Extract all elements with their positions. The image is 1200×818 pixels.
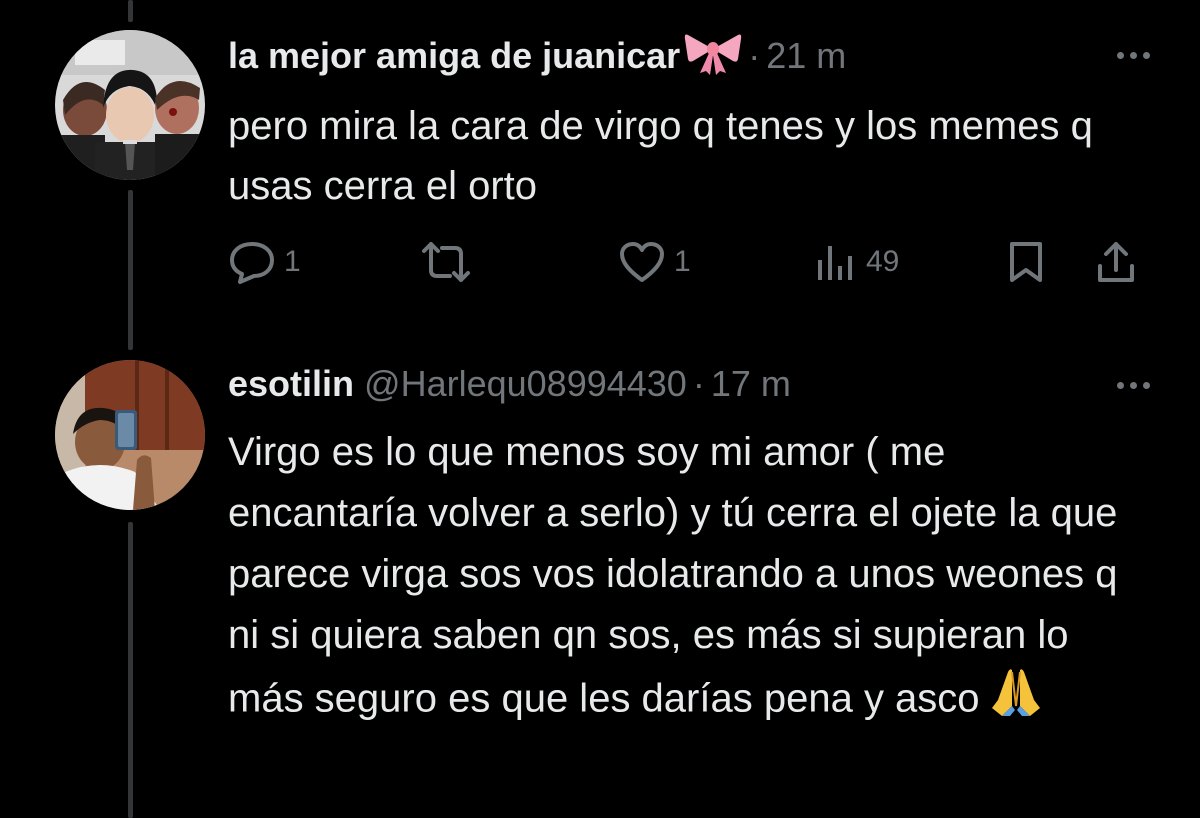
folded-hands-icon xyxy=(988,666,1044,736)
like-button[interactable]: 1 xyxy=(618,240,691,284)
views-icon xyxy=(814,240,858,284)
retweet-icon xyxy=(420,240,472,284)
views-count: 49 xyxy=(866,245,900,278)
bookmark-icon xyxy=(1006,240,1046,284)
reply-count: 1 xyxy=(284,245,301,278)
tweet-text: Virgo es lo que menos soy mi amor ( me e… xyxy=(228,422,1128,736)
ribbon-bow-icon xyxy=(684,29,742,84)
tweet-header: la mejor amiga de juanicar · 21 m xyxy=(228,30,846,82)
timestamp[interactable]: 17 m xyxy=(711,363,791,405)
more-options-icon[interactable] xyxy=(1117,382,1150,389)
separator-dot: · xyxy=(692,363,705,404)
tweet-2[interactable]: esotilin @Harlequ08994430 · 17 m Virgo e… xyxy=(0,330,1200,818)
tweet-1[interactable]: la mejor amiga de juanicar · 21 m pero m… xyxy=(0,0,1200,330)
timestamp[interactable]: 21 m xyxy=(766,35,846,77)
share-icon xyxy=(1094,240,1138,284)
heart-icon xyxy=(618,240,666,284)
user-handle[interactable]: @Harlequ08994430 xyxy=(364,363,687,405)
avatar[interactable] xyxy=(55,30,205,180)
share-button[interactable] xyxy=(1094,240,1138,284)
like-count: 1 xyxy=(674,245,691,278)
reply-icon xyxy=(228,240,276,284)
tweet-header: esotilin @Harlequ08994430 · 17 m xyxy=(228,358,791,410)
tweet-text: pero mira la cara de virgo q tenes y los… xyxy=(228,104,1093,208)
reply-button[interactable]: 1 xyxy=(228,240,301,284)
views-button[interactable]: 49 xyxy=(814,240,899,284)
action-bar: 1 1 49 xyxy=(228,232,1148,292)
avatar[interactable] xyxy=(55,360,205,510)
more-options-icon[interactable] xyxy=(1117,52,1150,59)
bookmark-button[interactable] xyxy=(1006,240,1046,284)
separator-dot: · xyxy=(748,35,761,76)
retweet-button[interactable] xyxy=(420,240,480,284)
display-name[interactable]: la mejor amiga de juanicar xyxy=(228,35,680,77)
tweet-text-content: Virgo es lo que menos soy mi amor ( me e… xyxy=(228,430,1118,721)
display-name[interactable]: esotilin xyxy=(228,363,354,405)
